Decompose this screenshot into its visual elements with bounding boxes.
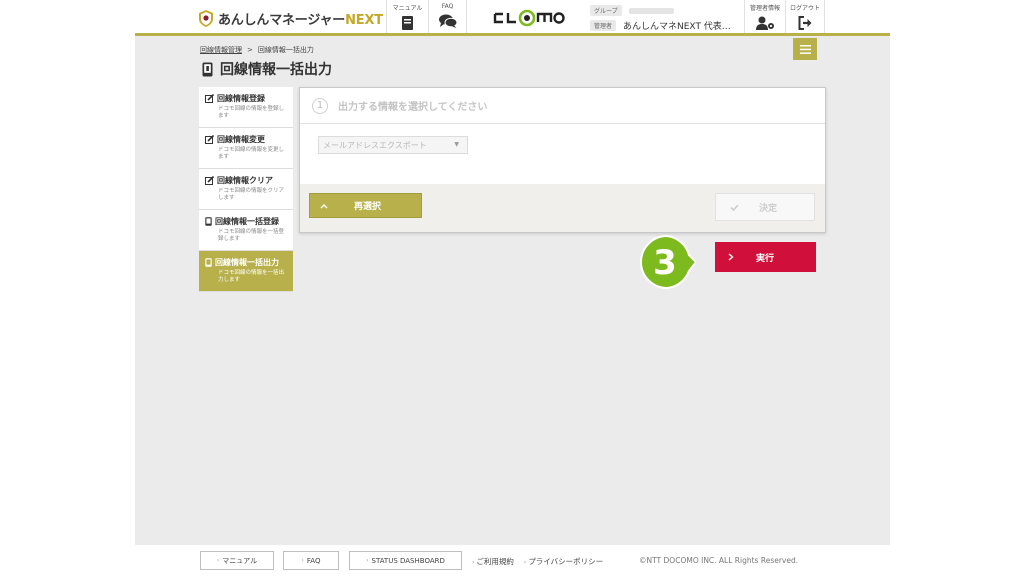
sidebar-item-desc: ドコモ回線の情報をクリアします: [218, 188, 285, 201]
logout-caption: ログアウト: [789, 5, 820, 12]
header: あんしんマネージャーNEXT マニュアル FAQ グループ 管理者 あんしんマネ…: [135, 0, 890, 36]
admin-name: あんしんマネNEXT 代表…: [623, 22, 731, 32]
chevron-up-icon: [320, 203, 328, 208]
edit-icon: [205, 94, 214, 103]
menu-button[interactable]: [793, 38, 817, 60]
footer-status-label: STATUS DASHBOARD: [371, 556, 445, 565]
shield-logo-icon: [199, 9, 213, 27]
execute-label: 実行: [756, 253, 775, 264]
admin-tag: 管理者: [590, 20, 617, 31]
chat-bubbles-icon: [438, 14, 457, 28]
footer-bullet-icon: ›: [472, 559, 475, 566]
sidebar-item-title: 回線情報一括出力: [205, 257, 288, 268]
page-title-wrap: 回線情報一括出力: [202, 59, 332, 79]
footer-status-button[interactable]: › STATUS DASHBOARD: [349, 551, 462, 570]
chevron-right-icon: [728, 253, 734, 261]
breadcrumb-current: 回線情報一括出力: [257, 46, 314, 54]
breadcrumb-separator: >: [247, 46, 253, 54]
app-logo[interactable]: あんしんマネージャーNEXT: [199, 8, 383, 28]
footer-privacy-label: プライバシーポリシー: [528, 557, 604, 566]
manual-caption: マニュアル: [392, 5, 423, 12]
reselect-button[interactable]: 再選択: [309, 193, 422, 218]
step-title: 出力する情報を選択してください: [338, 102, 488, 113]
export-type-value: メールアドレスエクスポート: [323, 140, 427, 150]
footer-faq-label: FAQ: [306, 556, 321, 565]
footer-terms-link[interactable]: › ご利用規約: [472, 556, 514, 567]
step-badge-number: 3: [653, 243, 677, 283]
hamburger-icon: [799, 44, 811, 54]
execute-button[interactable]: 実行: [715, 242, 816, 272]
main-area: 回線情報管理 > 回線情報一括出力 回線情報一括出力 回線情報登録 ドコモ回線の…: [135, 36, 890, 545]
step-number: 1: [312, 97, 328, 114]
sidebar-item-line-register[interactable]: 回線情報登録 ドコモ回線の情報を登録します: [199, 87, 293, 128]
phone-icon: [205, 217, 212, 226]
sidebar-item-desc: ドコモ回線の情報を一括登録します: [218, 229, 285, 242]
edit-icon: [205, 176, 214, 185]
sidebar-item-desc: ドコモ回線の情報を変更します: [218, 147, 285, 160]
breadcrumb: 回線情報管理 > 回線情報一括出力: [200, 45, 314, 55]
sidebar-item-label: 回線情報一括出力: [215, 258, 279, 267]
sidebar: 回線情報登録 ドコモ回線の情報を登録します 回線情報変更 ドコモ回線の情報を変更…: [199, 87, 293, 292]
logo-text: あんしんマネージャーNEXT: [218, 12, 383, 28]
footer-privacy-link[interactable]: › プライバシーポリシー: [524, 556, 603, 567]
user-gear-icon: [755, 16, 774, 30]
footer-manual-label: マニュアル: [222, 556, 258, 565]
admin-row: 管理者 あんしんマネNEXT 代表…: [590, 19, 740, 32]
group-name-redacted: [628, 7, 674, 14]
step-header: 1 出力する情報を選択してください: [300, 88, 825, 124]
sidebar-item-line-change[interactable]: 回線情報変更 ドコモ回線の情報を変更します: [199, 128, 293, 169]
sidebar-item-bulk-register[interactable]: 回線情報一括登録 ドコモ回線の情報を一括登録します: [199, 210, 293, 251]
sidebar-item-label: 回線情報クリア: [217, 176, 273, 185]
step-3-badge: 3: [640, 234, 696, 290]
book-icon: [402, 16, 413, 30]
faq-button[interactable]: FAQ: [428, 0, 467, 33]
page-title: 回線情報一括出力: [220, 62, 332, 78]
group-tag: グループ: [590, 5, 622, 16]
sidebar-item-bulk-export[interactable]: 回線情報一括出力 ドコモ回線の情報を一括出力します: [199, 251, 293, 292]
logout-icon: [798, 16, 811, 30]
sidebar-item-title: 回線情報変更: [205, 134, 288, 145]
sidebar-item-title: 回線情報一括登録: [205, 216, 288, 227]
admin-info-caption: 管理者情報: [749, 5, 780, 12]
confirm-button[interactable]: 決定: [715, 193, 815, 221]
edit-icon: [205, 135, 214, 144]
logout-button[interactable]: ログアウト: [785, 0, 825, 33]
dropdown-arrow-icon: ▼: [454, 141, 459, 148]
confirm-label: 決定: [759, 203, 778, 214]
footer-manual-button[interactable]: › マニュアル: [200, 551, 274, 570]
footer-bullet-icon: ›: [523, 559, 527, 566]
app-root: あんしんマネージャーNEXT マニュアル FAQ グループ 管理者 あんしんマネ…: [0, 0, 1024, 576]
sidebar-item-title: 回線情報クリア: [205, 175, 288, 186]
phone-icon: [202, 62, 213, 76]
breadcrumb-parent-link[interactable]: 回線情報管理: [200, 46, 242, 54]
sidebar-item-label: 回線情報登録: [217, 94, 265, 103]
sidebar-item-desc: ドコモ回線の情報を一括出力します: [218, 270, 285, 283]
footer-links: › ご利用規約 › プライバシーポリシー: [472, 556, 603, 567]
footer: › マニュアル › FAQ › STATUS DASHBOARD › ご利用規約 › プラ…: [135, 545, 890, 576]
footer-terms-label: ご利用規約: [476, 557, 514, 566]
manual-button[interactable]: マニュアル: [386, 0, 428, 33]
faq-caption: FAQ: [441, 3, 454, 10]
export-panel: 1 出力する情報を選択してください メールアドレスエクスポート ▼ 再選択 決定: [299, 87, 826, 233]
footer-bullet-icon: ›: [366, 557, 369, 564]
footer-faq-button[interactable]: › FAQ: [283, 551, 339, 570]
sidebar-item-title: 回線情報登録: [205, 93, 288, 104]
admin-info-button[interactable]: 管理者情報: [744, 0, 785, 33]
sidebar-item-label: 回線情報一括登録: [215, 217, 279, 226]
copyright: ©NTT DOCOMO INC. ALL Rights Reserved.: [639, 556, 799, 565]
logo-next: NEXT: [345, 12, 383, 28]
sidebar-item-desc: ドコモ回線の情報を登録します: [218, 106, 285, 119]
clomo-logo: [493, 9, 565, 27]
footer-bullet-icon: ›: [216, 557, 220, 564]
reselect-label: 再選択: [354, 202, 382, 212]
footer-bullet-icon: ›: [301, 557, 304, 564]
sidebar-item-line-clear[interactable]: 回線情報クリア ドコモ回線の情報をクリアします: [199, 169, 293, 210]
export-type-select[interactable]: メールアドレスエクスポート ▼: [318, 136, 468, 154]
check-icon: [730, 203, 739, 211]
group-row: グループ: [590, 4, 740, 17]
sidebar-item-label: 回線情報変更: [217, 135, 265, 144]
panel-footer: 再選択 決定: [300, 184, 825, 232]
group-info: グループ 管理者 あんしんマネNEXT 代表…: [590, 4, 740, 34]
phone-icon: [205, 258, 212, 267]
